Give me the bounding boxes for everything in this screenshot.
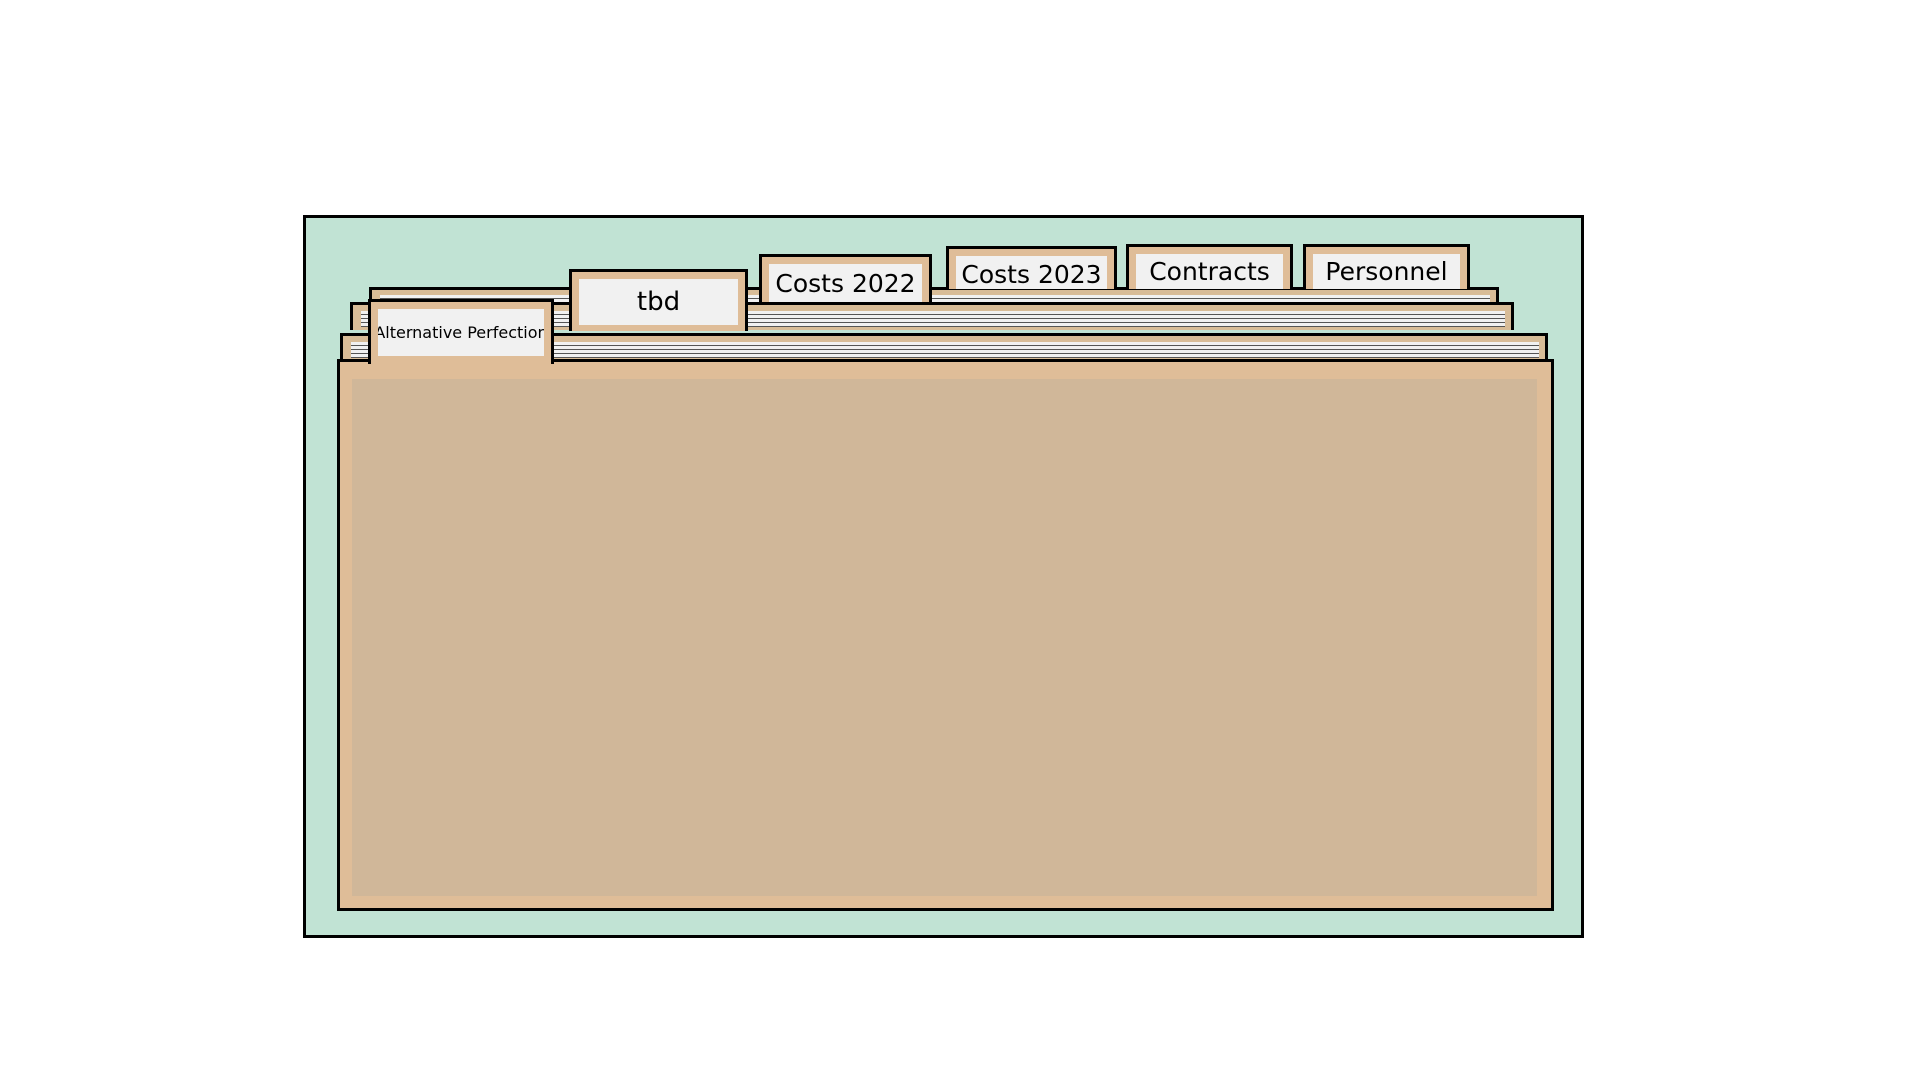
- tab-contracts[interactable]: Contracts: [1126, 244, 1293, 289]
- tab-alternative-perfection[interactable]: Alternative Perfection: [368, 299, 554, 364]
- tab-label: Contracts: [1136, 254, 1283, 289]
- tab-personnel[interactable]: Personnel: [1303, 244, 1470, 289]
- tab-label: Alternative Perfection: [378, 309, 544, 356]
- tab-costs-2022[interactable]: Costs 2022: [759, 254, 932, 302]
- tab-label: Costs 2023: [956, 256, 1107, 289]
- tab-tbd[interactable]: tbd: [569, 269, 748, 331]
- tab-label: Costs 2022: [769, 264, 922, 302]
- folder-alternative-perfection: [337, 359, 1554, 911]
- tab-costs-2023[interactable]: Costs 2023: [946, 246, 1117, 289]
- tab-label: tbd: [579, 279, 738, 325]
- file-box-screen: Personnel Contracts Costs 2023 Costs 202…: [0, 0, 1920, 1080]
- active-tab-join: [371, 358, 551, 366]
- folder-content-area: [352, 379, 1537, 896]
- tab-label: Personnel: [1313, 254, 1460, 289]
